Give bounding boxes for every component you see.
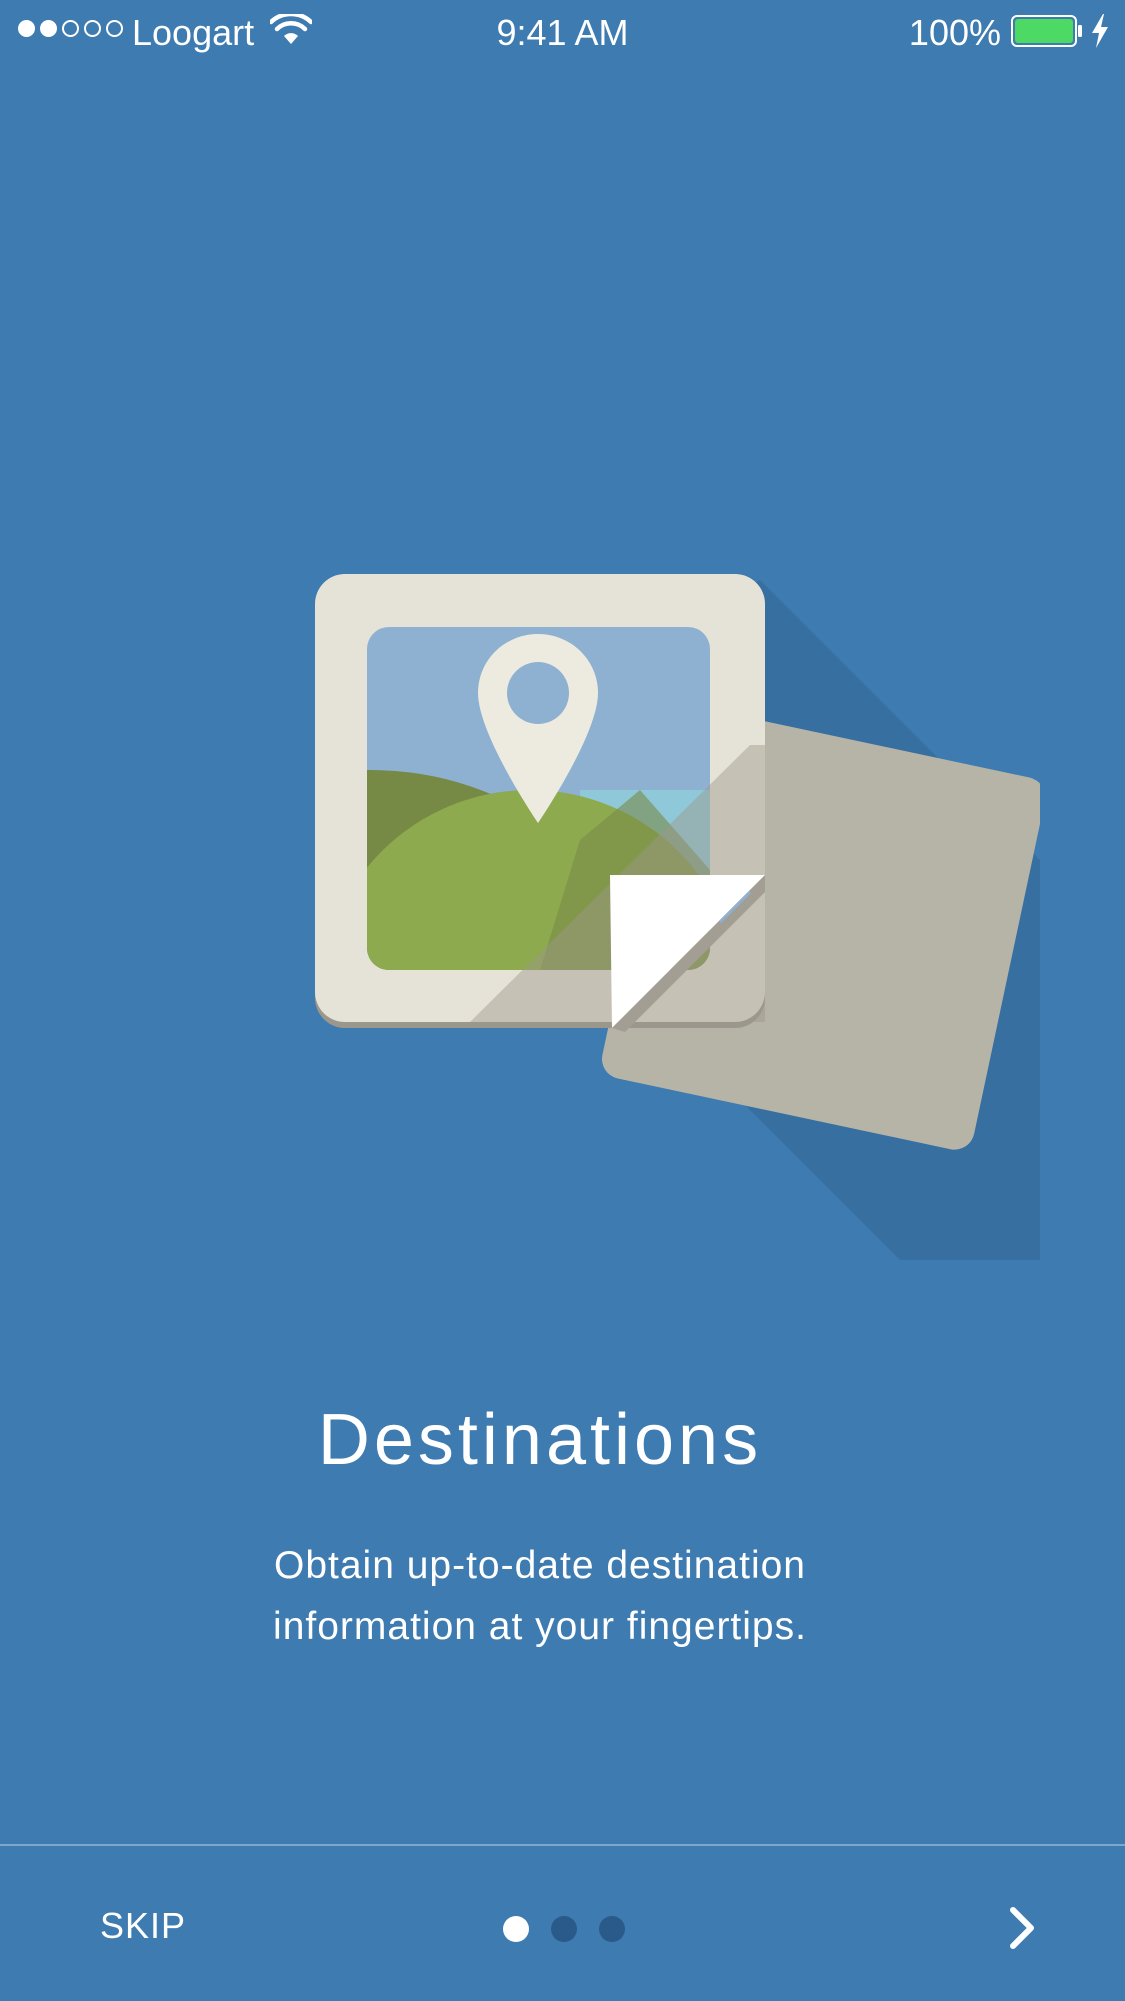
chevron-right-icon[interactable]: [1005, 1905, 1039, 1951]
onboarding-screen: Loogart 9:41 AM 100% Destinations Obtain…: [0, 0, 1125, 2001]
page-dot-3[interactable]: [599, 1916, 625, 1942]
page-dot-2[interactable]: [551, 1916, 577, 1942]
page-indicator[interactable]: [503, 1916, 625, 1942]
onboarding-title: Destinations: [317, 1400, 763, 1480]
skip-button[interactable]: SKIP: [100, 1905, 186, 1947]
charging-bolt-icon: [1092, 14, 1108, 48]
battery-percentage: 100%: [908, 12, 1001, 53]
battery-icon: [1011, 15, 1082, 47]
status-bar: Loogart 9:41 AM 100%: [0, 0, 1125, 66]
footer-divider: [0, 1844, 1125, 1846]
subtitle-line: Obtain up-to-date destination: [273, 1544, 806, 1587]
photo-location-icon: [315, 574, 1040, 1260]
page-dot-1[interactable]: [503, 1916, 529, 1942]
onboarding-subtitle: Obtain up-to-date destination informatio…: [200, 1535, 880, 1657]
subtitle-line: information at your fingertips.: [273, 1605, 807, 1648]
